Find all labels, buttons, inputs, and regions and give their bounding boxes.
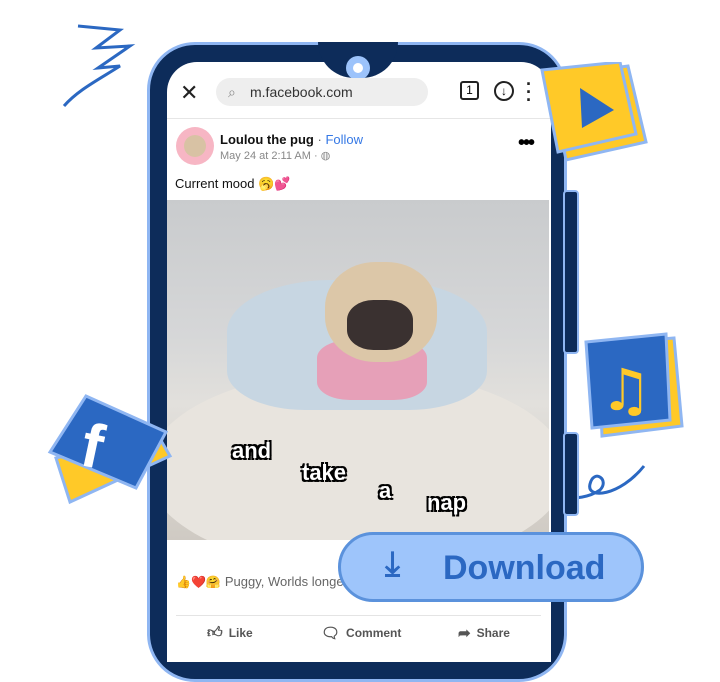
- scribble-decoration: [62, 24, 136, 107]
- post-video[interactable]: and take a nap: [167, 200, 549, 540]
- divider: [176, 615, 541, 616]
- thumbs-up-icon: 👍︎: [207, 624, 223, 641]
- camera-icon: [346, 56, 370, 80]
- more-options-icon[interactable]: •••: [518, 132, 535, 155]
- separator: ·: [317, 132, 322, 147]
- phone-side-button: [563, 432, 579, 516]
- avatar[interactable]: [176, 127, 214, 165]
- follow-link[interactable]: Follow: [325, 132, 363, 147]
- post-text: Current mood 🥱💕: [175, 176, 291, 191]
- post-header: Loulou the pug · Follow: [220, 132, 363, 147]
- menu-icon[interactable]: · · ·: [526, 75, 532, 109]
- close-icon[interactable]: ✕: [180, 80, 198, 106]
- like-button[interactable]: 👍︎ Like: [207, 624, 253, 642]
- caption: a: [379, 478, 392, 503]
- download-button[interactable]: ⤓ Download: [338, 532, 644, 602]
- download-label: Download: [443, 549, 606, 587]
- video-cube-icon: [540, 62, 648, 162]
- music-cube-icon: ♫: [584, 332, 684, 438]
- url-bar[interactable]: ⌕ m.facebook.com: [216, 78, 428, 106]
- download-icon[interactable]: ↓: [494, 81, 514, 101]
- url-text: m.facebook.com: [250, 84, 353, 100]
- tabs-button[interactable]: 1: [460, 81, 479, 100]
- facebook-cube-icon: f: [47, 394, 173, 505]
- reactions-row[interactable]: 👍❤️🤗 Puggy, Worlds longe: [176, 574, 344, 589]
- author-name[interactable]: Loulou the pug: [220, 132, 314, 147]
- reaction-icons: 👍❤️🤗: [176, 574, 221, 589]
- caption: take: [302, 460, 347, 485]
- download-arrow-icon: ⤓: [385, 545, 401, 583]
- reactions-text: Puggy, Worlds longe: [224, 574, 344, 589]
- caption: nap: [427, 490, 467, 515]
- share-icon: ➦: [458, 625, 471, 642]
- share-button[interactable]: ➦ Share: [458, 624, 510, 642]
- comment-button[interactable]: 🗨︎ Comment: [321, 624, 401, 642]
- globe-icon: ◍: [320, 150, 331, 162]
- svg-text:♫: ♫: [600, 356, 652, 424]
- post-timestamp: May 24 at 2:11 AM · ◍: [220, 150, 331, 162]
- caption: and: [232, 438, 272, 463]
- comment-icon: 🗨︎: [321, 625, 341, 642]
- search-icon: ⌕: [228, 84, 236, 100]
- phone-side-button: [563, 190, 579, 354]
